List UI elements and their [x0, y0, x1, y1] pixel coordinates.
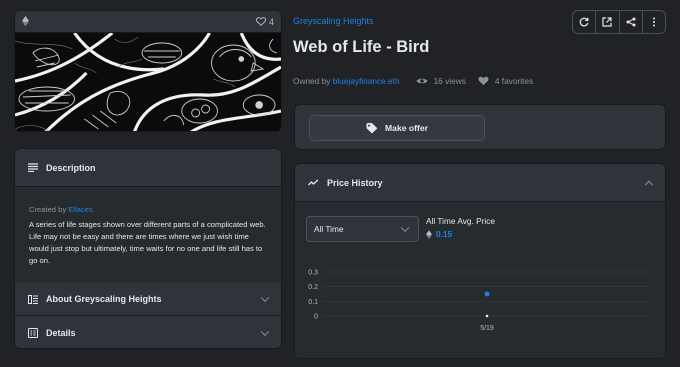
creator-link[interactable]: Ellaces: [68, 205, 92, 214]
nft-artwork[interactable]: [15, 33, 281, 132]
avg-price-label: All Time Avg. Price: [426, 216, 496, 226]
chevron-down-icon: [400, 223, 410, 233]
share-button[interactable]: [620, 11, 643, 33]
price-history-header[interactable]: Price History: [295, 164, 665, 202]
list-icon: [28, 163, 38, 172]
description-header[interactable]: Description: [15, 149, 281, 187]
chevron-up-icon: [644, 180, 654, 189]
asset-title: Web of Life - Bird: [293, 38, 430, 56]
x-tick-label: 5/19: [480, 325, 494, 332]
price-history-chart: 0.3 0.2 0.1 0 5/19: [308, 270, 651, 332]
trend-icon: [308, 179, 319, 186]
favorite-button[interactable]: 4: [255, 16, 274, 27]
price-history-panel: Price History All Time All Time Avg. Pri…: [294, 163, 666, 359]
make-offer-label: Make offer: [385, 123, 428, 133]
y-tick-label: 0.1: [308, 299, 318, 306]
ethereum-icon: [426, 229, 432, 239]
tag-icon: [366, 122, 378, 133]
heart-icon: [478, 76, 489, 86]
details-icon: [28, 328, 38, 338]
created-prefix: Created by: [29, 205, 67, 214]
views-count: 16 views: [433, 76, 466, 86]
x-axis-marker: [485, 314, 489, 318]
favorite-count: 4: [268, 16, 274, 27]
description-text: A series of life stages shown over diffe…: [29, 220, 266, 265]
created-by-line: Created by Ellaces: [29, 204, 267, 216]
owner-link[interactable]: bluejayfinance.eth: [333, 76, 400, 86]
y-tick-label: 0.3: [308, 270, 318, 277]
more-vertical-icon: [652, 17, 655, 27]
refresh-button[interactable]: [573, 11, 597, 33]
favorites-count: 4 favorites: [494, 76, 534, 86]
about-icon: [28, 294, 38, 304]
chevron-down-icon: [260, 293, 270, 303]
heart-icon: [255, 17, 266, 26]
price-history-title: Price History: [327, 177, 383, 188]
asset-action-bar: [572, 10, 666, 34]
price-history-body: All Time All Time Avg. Price 0.15 0.3 0.2…: [295, 202, 665, 358]
external-link-icon: [602, 17, 612, 27]
nft-image-card: 4: [14, 10, 282, 132]
more-options-button[interactable]: [643, 11, 665, 33]
favorites-stat[interactable]: 4 favorites: [478, 76, 533, 86]
external-link-button[interactable]: [596, 11, 620, 33]
time-range-value: All Time: [314, 224, 344, 234]
price-point: [484, 291, 490, 297]
avg-price-value: 0.15: [426, 229, 452, 239]
share-icon: [626, 17, 636, 27]
eye-icon: [416, 78, 428, 84]
about-collection-header[interactable]: About Greyscaling Heights: [15, 283, 281, 316]
y-tick-label: 0.2: [308, 284, 318, 291]
description-title: Description: [46, 162, 96, 173]
time-range-select[interactable]: All Time: [306, 216, 419, 242]
collection-link[interactable]: Greyscaling Heights: [293, 16, 374, 26]
avg-price-number: 0.15: [436, 229, 453, 239]
image-card-header: 4: [15, 11, 281, 33]
about-collection-title: About Greyscaling Heights: [46, 294, 162, 304]
ethereum-icon: [22, 15, 29, 28]
chevron-down-icon: [260, 327, 270, 337]
offer-panel: Make offer: [294, 104, 666, 150]
owner-stats-line: Owned by bluejayfinance.eth 16 views 4 f…: [293, 76, 533, 86]
description-panel: Description Created by Ellaces A series …: [14, 148, 282, 349]
views-stat: 16 views: [416, 76, 466, 86]
make-offer-button[interactable]: Make offer: [309, 115, 485, 141]
details-header[interactable]: Details: [15, 316, 281, 348]
owner-prefix: Owned by: [293, 76, 331, 86]
y-tick-label: 0: [314, 314, 318, 321]
refresh-icon: [579, 17, 589, 27]
details-title: Details: [46, 328, 76, 338]
description-body: Created by Ellaces A series of life stag…: [15, 187, 281, 283]
